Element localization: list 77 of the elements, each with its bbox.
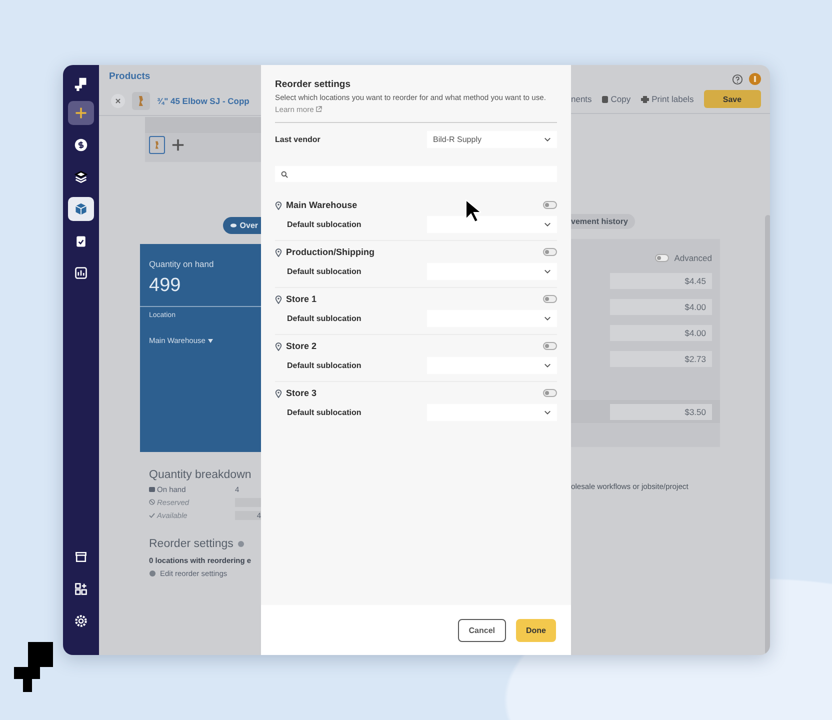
blocked-icon xyxy=(149,499,155,505)
chevron-icon xyxy=(544,137,551,142)
field-label: Default sublocation xyxy=(287,220,362,229)
section-heading: Quantity breakdown xyxy=(149,469,252,481)
section-heading: Reorder settings xyxy=(149,538,234,550)
field-label: Default sublocation xyxy=(287,408,362,417)
logo-icon xyxy=(74,77,88,91)
sidebar-item[interactable] xyxy=(68,101,94,125)
logo-icon xyxy=(14,642,54,692)
toggle-switch[interactable] xyxy=(655,254,670,262)
layers-icon xyxy=(74,170,88,184)
store-icon xyxy=(74,550,88,564)
external-link-icon xyxy=(316,106,322,112)
toggle-switch[interactable] xyxy=(543,248,557,256)
toggle-switch[interactable] xyxy=(543,295,557,303)
view-tab[interactable]: Over xyxy=(222,217,261,234)
pin-icon xyxy=(275,248,282,256)
toggle-label: Advanced xyxy=(674,253,712,263)
caret-icon xyxy=(208,339,213,343)
view-tab[interactable]: vement history xyxy=(571,214,635,229)
pin-icon xyxy=(275,294,282,304)
toolbar-item[interactable]: Print labels xyxy=(640,94,694,104)
cursor-icon xyxy=(465,199,481,223)
clipboard-icon xyxy=(74,234,88,248)
panel-title: Reorder settings xyxy=(275,79,352,90)
done-button[interactable]: Done xyxy=(516,618,556,642)
toggle-switch[interactable] xyxy=(543,389,557,397)
pin-icon xyxy=(275,342,282,350)
pin-icon xyxy=(275,200,282,210)
chevron-icon xyxy=(544,316,551,321)
location-name: Store 2 xyxy=(286,341,317,351)
section-title: Products xyxy=(109,71,150,82)
chevron-icon xyxy=(544,363,551,368)
save-button[interactable]: Save xyxy=(704,90,761,108)
sidebar-item[interactable] xyxy=(68,197,94,221)
eye-icon xyxy=(230,223,237,228)
location-name: Main Warehouse xyxy=(286,200,358,210)
price-field[interactable]: $4.00 xyxy=(610,299,712,315)
price-field[interactable]: $2.73 xyxy=(610,351,712,367)
price-field[interactable]: $4.00 xyxy=(610,325,712,341)
search-field[interactable] xyxy=(275,166,557,182)
field-label: Default sublocation xyxy=(287,267,362,276)
chevron-icon xyxy=(544,222,551,227)
plus-icon[interactable] xyxy=(171,138,185,152)
help-icon[interactable] xyxy=(732,74,743,84)
plus-icon xyxy=(74,106,88,120)
chart-icon xyxy=(74,266,88,280)
toolbar-item[interactable]: Copy xyxy=(602,94,631,104)
field-label: Default sublocation xyxy=(287,361,362,370)
dollar-icon xyxy=(74,138,88,152)
price-field[interactable]: $4.45 xyxy=(610,273,712,289)
cancel-button[interactable]: Cancel xyxy=(458,618,506,642)
toolbar-item[interactable]: nents xyxy=(571,94,592,104)
check-icon xyxy=(149,512,155,518)
pin-icon xyxy=(275,388,282,398)
chevron-icon xyxy=(544,269,551,274)
location-name: Store 1 xyxy=(286,294,317,304)
location-name: Production/Shipping xyxy=(286,247,374,257)
field-label: Last vendor xyxy=(275,135,320,144)
quantity-value: 499 xyxy=(149,275,182,297)
close-icon[interactable] xyxy=(111,94,125,108)
field-label: Default sublocation xyxy=(287,314,362,323)
apps-add-icon xyxy=(74,582,88,596)
location-name: Store 3 xyxy=(286,388,317,398)
product-tab-title[interactable]: ¾" 45 Elbow SJ - Copp xyxy=(157,96,250,106)
toggle-switch[interactable] xyxy=(543,201,557,209)
user-avatar[interactable] xyxy=(748,73,761,85)
chevron-icon xyxy=(544,410,551,415)
toggle-switch[interactable] xyxy=(543,342,557,350)
scrollbar[interactable] xyxy=(764,215,770,655)
card-label: Quantity on hand xyxy=(149,259,215,269)
vendor-select[interactable]: Bild-R Supply xyxy=(427,131,557,148)
search-icon xyxy=(281,170,288,178)
product-thumbnail[interactable] xyxy=(149,136,165,154)
product-thumbnail xyxy=(132,92,150,110)
price-field[interactable]: $3.50 xyxy=(610,404,712,420)
value-placeholder xyxy=(235,498,261,506)
